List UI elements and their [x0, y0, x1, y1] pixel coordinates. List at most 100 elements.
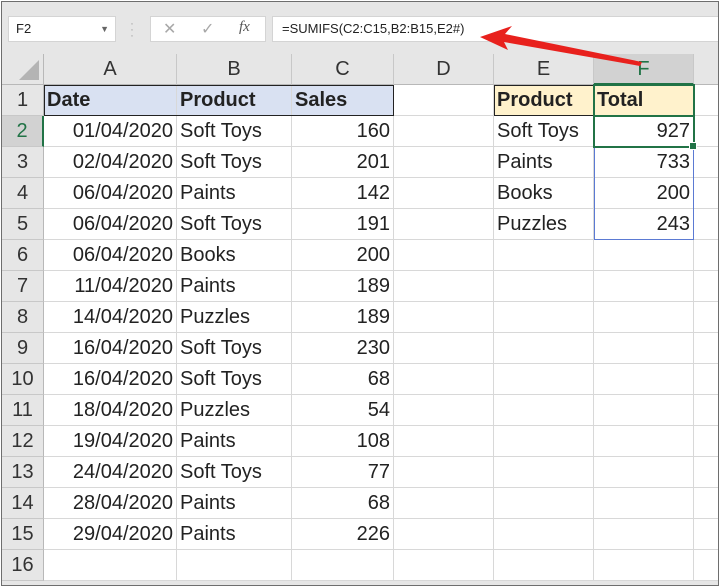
cell-b6[interactable]: Books	[177, 240, 292, 271]
cell-g16[interactable]	[694, 550, 718, 581]
cell-f8[interactable]	[594, 302, 694, 333]
row-header-6[interactable]: 6	[2, 240, 44, 271]
cell-f7[interactable]	[594, 271, 694, 302]
cell-f14[interactable]	[594, 488, 694, 519]
cell-e8[interactable]	[494, 302, 594, 333]
cell-f16[interactable]	[594, 550, 694, 581]
cell-e1[interactable]: Product	[494, 85, 594, 116]
cell-g13[interactable]	[694, 457, 718, 488]
row-header-9[interactable]: 9	[2, 333, 44, 364]
row-header-3[interactable]: 3	[2, 147, 44, 178]
cell-a7[interactable]: 11/04/2020	[44, 271, 177, 302]
cell-g12[interactable]	[694, 426, 718, 457]
cell-e14[interactable]	[494, 488, 594, 519]
cell-f11[interactable]	[594, 395, 694, 426]
cell-e6[interactable]	[494, 240, 594, 271]
cell-b11[interactable]: Puzzles	[177, 395, 292, 426]
cell-e5[interactable]: Puzzles	[494, 209, 594, 240]
cell-b2[interactable]: Soft Toys	[177, 116, 292, 147]
cell-d1[interactable]	[394, 85, 494, 116]
cell-a10[interactable]: 16/04/2020	[44, 364, 177, 395]
cell-b8[interactable]: Puzzles	[177, 302, 292, 333]
cell-g11[interactable]	[694, 395, 718, 426]
cell-a5[interactable]: 06/04/2020	[44, 209, 177, 240]
cell-g10[interactable]	[694, 364, 718, 395]
cell-g3[interactable]	[694, 147, 718, 178]
row-header-16[interactable]: 16	[2, 550, 44, 581]
cancel-icon[interactable]: ✕	[163, 19, 176, 39]
cell-f13[interactable]	[594, 457, 694, 488]
cell-d10[interactable]	[394, 364, 494, 395]
chevron-down-icon[interactable]: ▼	[100, 17, 109, 41]
cell-a1[interactable]: Date	[44, 85, 177, 116]
cell-c13[interactable]: 77	[292, 457, 394, 488]
row-header-15[interactable]: 15	[2, 519, 44, 550]
cell-c9[interactable]: 230	[292, 333, 394, 364]
column-header-d[interactable]: D	[394, 54, 494, 85]
cell-c2[interactable]: 160	[292, 116, 394, 147]
cell-d11[interactable]	[394, 395, 494, 426]
cell-a3[interactable]: 02/04/2020	[44, 147, 177, 178]
insert-function-icon[interactable]: fx	[239, 19, 250, 36]
cell-d3[interactable]	[394, 147, 494, 178]
cell-d2[interactable]	[394, 116, 494, 147]
cell-d4[interactable]	[394, 178, 494, 209]
cell-f3[interactable]: 733	[594, 147, 694, 178]
cell-e12[interactable]	[494, 426, 594, 457]
row-header-8[interactable]: 8	[2, 302, 44, 333]
cell-a16[interactable]	[44, 550, 177, 581]
row-header-5[interactable]: 5	[2, 209, 44, 240]
cell-d16[interactable]	[394, 550, 494, 581]
select-all-button[interactable]	[2, 54, 44, 85]
cell-f1[interactable]: Total	[594, 85, 694, 116]
cell-a6[interactable]: 06/04/2020	[44, 240, 177, 271]
cell-g5[interactable]	[694, 209, 718, 240]
cell-e15[interactable]	[494, 519, 594, 550]
cell-f5[interactable]: 243	[594, 209, 694, 240]
cell-c11[interactable]: 54	[292, 395, 394, 426]
cell-g4[interactable]	[694, 178, 718, 209]
cell-d8[interactable]	[394, 302, 494, 333]
cell-e13[interactable]	[494, 457, 594, 488]
formula-input[interactable]: =SUMIFS(C2:C15,B2:B15,E2#)	[272, 16, 718, 42]
cell-f2[interactable]: 927	[594, 116, 694, 147]
cell-b9[interactable]: Soft Toys	[177, 333, 292, 364]
enter-icon[interactable]: ✓	[201, 19, 214, 39]
cell-a12[interactable]: 19/04/2020	[44, 426, 177, 457]
cell-d9[interactable]	[394, 333, 494, 364]
cell-g1[interactable]	[694, 85, 718, 116]
cell-c7[interactable]: 189	[292, 271, 394, 302]
cell-b10[interactable]: Soft Toys	[177, 364, 292, 395]
column-header-b[interactable]: B	[177, 54, 292, 85]
name-box[interactable]: F2 ▼	[8, 16, 116, 42]
row-header-11[interactable]: 11	[2, 395, 44, 426]
cell-f4[interactable]: 200	[594, 178, 694, 209]
row-header-7[interactable]: 7	[2, 271, 44, 302]
column-header-a[interactable]: A	[44, 54, 177, 85]
cell-c12[interactable]: 108	[292, 426, 394, 457]
cell-c8[interactable]: 189	[292, 302, 394, 333]
cell-c4[interactable]: 142	[292, 178, 394, 209]
cell-c1[interactable]: Sales	[292, 85, 394, 116]
cell-d12[interactable]	[394, 426, 494, 457]
cell-g14[interactable]	[694, 488, 718, 519]
cell-b14[interactable]: Paints	[177, 488, 292, 519]
cell-a4[interactable]: 06/04/2020	[44, 178, 177, 209]
cell-c16[interactable]	[292, 550, 394, 581]
column-header-e[interactable]: E	[494, 54, 594, 85]
cell-d7[interactable]	[394, 271, 494, 302]
cell-g2[interactable]	[694, 116, 718, 147]
cell-b3[interactable]: Soft Toys	[177, 147, 292, 178]
cell-a13[interactable]: 24/04/2020	[44, 457, 177, 488]
cell-f10[interactable]	[594, 364, 694, 395]
cell-e3[interactable]: Paints	[494, 147, 594, 178]
row-header-14[interactable]: 14	[2, 488, 44, 519]
cell-f9[interactable]	[594, 333, 694, 364]
cell-b12[interactable]: Paints	[177, 426, 292, 457]
row-header-2[interactable]: 2	[2, 116, 44, 147]
cell-g15[interactable]	[694, 519, 718, 550]
column-header-c[interactable]: C	[292, 54, 394, 85]
cell-b1[interactable]: Product	[177, 85, 292, 116]
cell-e4[interactable]: Books	[494, 178, 594, 209]
cell-c5[interactable]: 191	[292, 209, 394, 240]
